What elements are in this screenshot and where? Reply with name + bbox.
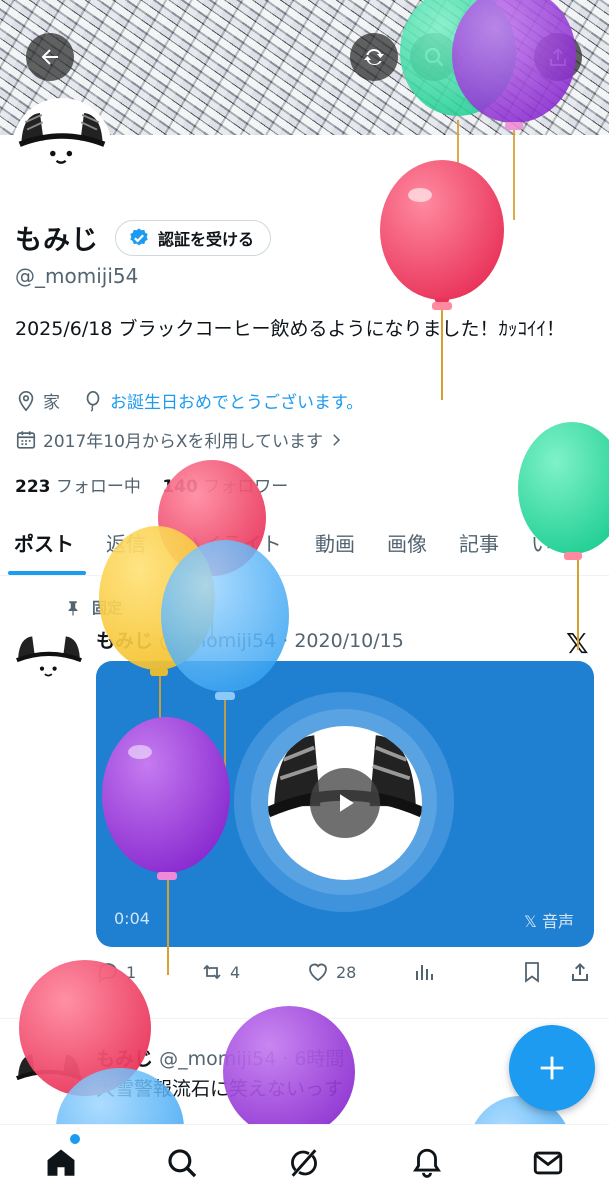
nav-notifications[interactable]	[407, 1143, 447, 1183]
tab-articles[interactable]: 記事	[459, 520, 499, 557]
post-text: 大雪警報流石に笑えないっす	[96, 1078, 344, 1100]
media-type-label: 𝕏 音声	[524, 912, 574, 931]
like-count: 28	[336, 962, 357, 982]
play-icon	[340, 794, 354, 812]
share-post-button[interactable]	[568, 960, 598, 984]
play-button[interactable]	[310, 768, 380, 838]
tab-replies[interactable]: 返信	[106, 520, 146, 557]
profile-birthday[interactable]: お誕生日おめでとうございます。	[110, 388, 363, 413]
audio-media-card[interactable]: 0:04 𝕏 音声	[96, 661, 594, 947]
bottom-navigation	[0, 1124, 609, 1200]
plus-icon	[540, 1056, 564, 1080]
profile-location-row: 家 お誕生日おめでとうございます。	[15, 388, 363, 413]
get-verified-button[interactable]: 認証を受ける	[115, 219, 272, 256]
profile-tabs: ポスト 返信 ハイライト 動画 画像 記事 いいね	[0, 520, 609, 576]
tab-posts[interactable]: ポスト	[14, 520, 74, 557]
chevron-right-icon	[333, 433, 341, 446]
bookmark-icon	[525, 962, 539, 983]
share-icon	[550, 48, 566, 66]
post-actions: 1 4 28	[96, 960, 596, 990]
tab-likes[interactable]: いいね	[531, 520, 591, 557]
pinned-indicator: 固定	[64, 597, 122, 618]
nav-messages[interactable]	[528, 1143, 568, 1183]
refresh-button[interactable]	[350, 33, 398, 81]
reply-button[interactable]: 1	[96, 960, 136, 984]
post-author-name[interactable]: もみじ	[96, 630, 153, 652]
profile-handle: @_momiji54	[15, 264, 139, 288]
profile-location: 家	[43, 393, 60, 413]
analytics-icon	[416, 965, 433, 980]
post-handle-time: @_momiji54 · 6時間	[159, 1048, 345, 1070]
search-icon	[168, 1149, 197, 1178]
share-icon	[572, 963, 588, 981]
repost-icon	[203, 964, 221, 980]
compose-button[interactable]	[509, 1025, 595, 1111]
grok-icon	[291, 1149, 317, 1177]
pinned-label: 固定	[92, 599, 123, 617]
profile-joined-row[interactable]: 2017年10月からXを利用しています	[15, 427, 351, 452]
tab-videos[interactable]: 動画	[315, 520, 355, 557]
media-duration: 0:04	[114, 909, 150, 928]
profile-name: もみじ	[15, 225, 99, 256]
messages-icon	[533, 1151, 563, 1175]
following-label: フォロー中	[55, 477, 141, 497]
views-button[interactable]	[412, 960, 442, 984]
followers-link[interactable]: 140 フォロワー	[162, 477, 288, 497]
profile-name-row: もみじ 認証を受ける	[15, 218, 272, 257]
get-verified-label: 認証を受ける	[158, 229, 255, 249]
post-author-name[interactable]: もみじ	[96, 1048, 153, 1070]
arrow-left-icon	[41, 49, 58, 65]
post-header: もみじ @_momiji54 · 6時間	[96, 1044, 344, 1071]
share-button[interactable]	[534, 33, 582, 81]
like-button[interactable]: 28	[306, 960, 356, 984]
heart-icon	[309, 963, 327, 982]
nav-home[interactable]	[41, 1143, 81, 1183]
bookmark-button[interactable]	[520, 960, 550, 984]
nav-search[interactable]	[162, 1143, 202, 1183]
notifications-icon	[413, 1148, 441, 1178]
profile-bio: 2025/6/18 ブラックコーヒー飲めるようになりました！ｶｯｺｲｲ！	[15, 318, 565, 340]
following-link[interactable]: 223 フォロー中	[15, 477, 141, 497]
post-divider	[0, 1018, 609, 1019]
post-header: もみじ @_momiji54 · 2020/10/15	[96, 626, 404, 653]
reply-count: 1	[126, 962, 137, 982]
follow-stats: 223 フォロー中 140 フォロワー	[15, 472, 288, 497]
calendar-icon	[16, 430, 36, 449]
search-button[interactable]	[410, 33, 458, 81]
followers-label: フォロワー	[203, 477, 289, 497]
following-count: 223	[15, 477, 51, 497]
x-logo-icon: 𝕏	[566, 627, 589, 660]
balloon-pink-top	[380, 160, 504, 400]
repost-button[interactable]: 4	[200, 960, 240, 984]
repost-count: 4	[230, 962, 241, 982]
followers-count: 140	[162, 477, 198, 497]
tab-images[interactable]: 画像	[387, 520, 427, 557]
profile-avatar[interactable]	[12, 98, 112, 198]
back-button[interactable]	[26, 33, 74, 81]
pin-icon	[68, 600, 78, 615]
balloon-icon	[86, 390, 100, 412]
active-tab-indicator	[8, 571, 86, 575]
balloon-purple-bottom	[223, 1006, 355, 1138]
location-pin-icon	[18, 390, 34, 411]
search-icon	[424, 47, 444, 67]
home-notification-dot	[70, 1134, 80, 1144]
post-handle-time: @_momiji54 · 2020/10/15	[159, 630, 404, 652]
post-avatar[interactable]	[14, 1046, 84, 1116]
reply-icon	[98, 963, 117, 983]
refresh-icon	[364, 49, 384, 66]
profile-joined: 2017年10月からXを利用しています	[43, 432, 324, 452]
verified-badge-icon	[130, 227, 148, 245]
tab-highlights[interactable]: ハイライト	[182, 520, 282, 557]
home-icon	[47, 1149, 75, 1176]
post-avatar[interactable]	[14, 628, 84, 698]
nav-grok[interactable]	[284, 1143, 324, 1183]
